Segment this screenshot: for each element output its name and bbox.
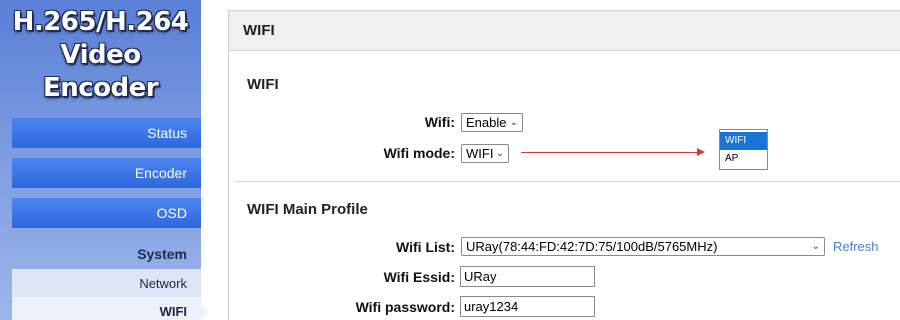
logo-line-1: H.265/H.264 (12, 7, 189, 37)
refresh-link[interactable]: Refresh (833, 239, 879, 254)
wifi-mode-label: Wifi mode: (383, 145, 455, 161)
annotation-arrow-head-icon (697, 148, 705, 156)
wifi-essid-input[interactable]: URay (460, 266, 595, 287)
nav-status-label: Status (147, 125, 187, 141)
wifi-enable-label: Wifi: (424, 114, 455, 130)
wifi-enable-select[interactable]: Enable ⌄ (461, 113, 523, 132)
nav-encoder-label: Encoder (134, 165, 187, 181)
wifi-list-value: URay(78:44:FD:42:7D:75/100dB/5765MHz) (466, 239, 718, 254)
wifi-mode-select[interactable]: WIFI ⌄ (461, 144, 509, 163)
sidebar: H.265/H.264 Video Encoder Status Encoder… (0, 0, 209, 320)
annotation-arrow-line (521, 152, 697, 153)
chevron-down-icon: ⌄ (509, 117, 518, 128)
panel-header: WIFI (229, 11, 900, 51)
wifi-essid-label: Wifi Essid: (383, 269, 455, 285)
wifi-password-label: Wifi password: (355, 299, 455, 315)
nav-section-system: System (137, 246, 187, 262)
wifi-list-select[interactable]: URay(78:44:FD:42:7D:75/100dB/5765MHz) ⌄ (461, 237, 825, 256)
wifi-panel: WIFI WIFI Wifi: Enable ⌄ Wifi mode: WIFI… (228, 10, 900, 320)
nav-network-item[interactable]: Network (12, 269, 201, 299)
section-divider (235, 181, 900, 182)
wifi-list-label: Wifi List: (396, 239, 455, 255)
wifi-mode-value: WIFI (466, 146, 494, 161)
wifi-section-title: WIFI (247, 76, 279, 93)
logo-line-2: Video Encoder (42, 40, 159, 103)
logo: H.265/H.264 Video Encoder (0, 6, 201, 105)
main-profile-title: WIFI Main Profile (247, 201, 368, 218)
wifi-mode-option-wifi[interactable]: WIFI (720, 132, 767, 150)
nav-encoder-button[interactable]: Encoder (12, 158, 201, 188)
wifi-password-input[interactable]: uray1234 (460, 296, 595, 317)
chevron-down-icon: ⌄ (495, 148, 504, 159)
nav-osd-button[interactable]: OSD (12, 198, 201, 228)
nav-osd-label: OSD (156, 205, 187, 221)
nav-wifi-label: WIFI (159, 304, 187, 319)
nav-network-label: Network (139, 276, 187, 291)
wifi-mode-option-ap[interactable]: AP (720, 150, 767, 168)
nav-wifi-item[interactable]: WIFI (12, 297, 209, 320)
chevron-down-icon: ⌄ (811, 241, 820, 252)
wifi-mode-options-list: WIFI AP (719, 129, 768, 170)
nav-status-button[interactable]: Status (12, 118, 201, 148)
wifi-enable-value: Enable (466, 115, 507, 130)
